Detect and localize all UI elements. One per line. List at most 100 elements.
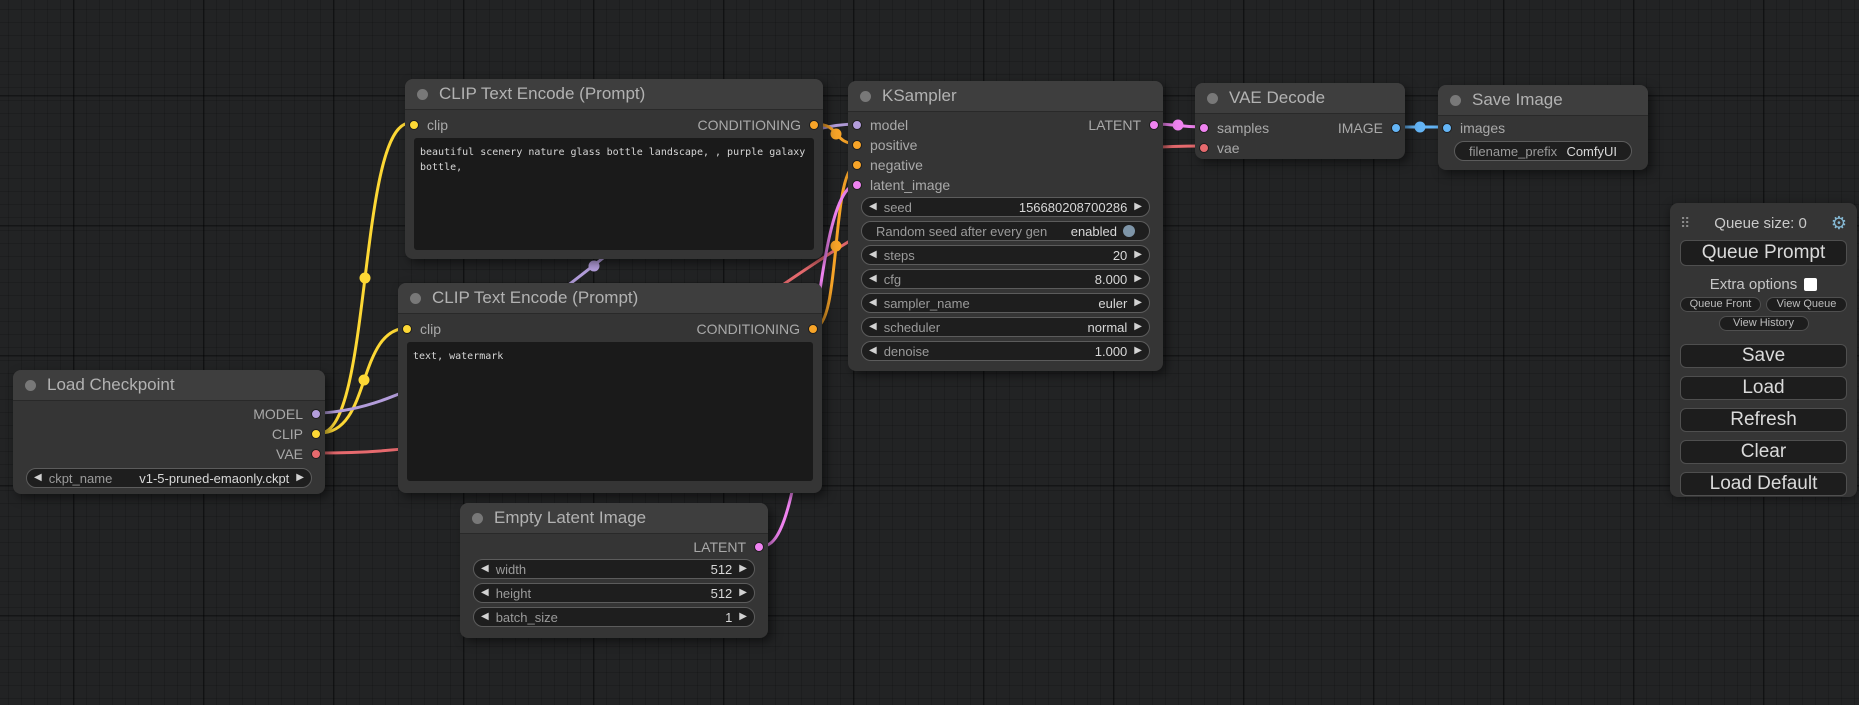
- slot-dot-negative-input[interactable]: [852, 160, 862, 170]
- output-label: MODEL: [253, 406, 303, 422]
- slot-dot-vae-output[interactable]: [311, 449, 321, 459]
- input-label: samples: [1217, 120, 1269, 136]
- widget-batch-size[interactable]: ◀ batch_size 1 ▶: [473, 607, 755, 627]
- increment-arrow-icon[interactable]: ▶: [1134, 298, 1142, 308]
- slot-dot-conditioning-output[interactable]: [809, 120, 819, 130]
- widget-scheduler[interactable]: ◀ scheduler normal ▶: [861, 317, 1150, 337]
- increment-arrow-icon[interactable]: ▶: [739, 564, 747, 574]
- collapse-dot[interactable]: [410, 293, 421, 304]
- widget-steps[interactable]: ◀ steps 20 ▶: [861, 245, 1150, 265]
- node-title-bar[interactable]: Load Checkpoint: [13, 370, 325, 401]
- slot-dot-clip-input[interactable]: [402, 324, 412, 334]
- slot-dot-image-output[interactable]: [1391, 123, 1401, 133]
- collapse-dot[interactable]: [25, 380, 36, 391]
- load-default-button[interactable]: Load Default: [1680, 472, 1847, 496]
- decrement-arrow-icon[interactable]: ◀: [869, 298, 877, 308]
- widget-denoise[interactable]: ◀ denoise 1.000 ▶: [861, 341, 1150, 361]
- widget-label: batch_size: [496, 610, 558, 625]
- slot-dot-clip-input[interactable]: [409, 120, 419, 130]
- collapse-dot[interactable]: [860, 91, 871, 102]
- toggle-icon[interactable]: [1123, 225, 1135, 237]
- clear-button[interactable]: Clear: [1680, 440, 1847, 464]
- node-load-checkpoint[interactable]: Load Checkpoint MODEL CLIP VAE ◀ ckpt_na…: [13, 370, 325, 494]
- widget-seed[interactable]: ◀ seed 156680208700286 ▶: [861, 197, 1150, 217]
- node-title-bar[interactable]: CLIP Text Encode (Prompt): [405, 79, 823, 110]
- slot-dot-latent-output[interactable]: [1149, 120, 1159, 130]
- slot-dot-model-input[interactable]: [852, 120, 862, 130]
- node-clip-text-encode-positive[interactable]: CLIP Text Encode (Prompt) clip CONDITION…: [405, 79, 823, 259]
- collapse-dot[interactable]: [472, 513, 483, 524]
- view-queue-button[interactable]: View Queue: [1766, 297, 1847, 312]
- slot-dot-positive-input[interactable]: [852, 140, 862, 150]
- node-save-image[interactable]: Save Image images filename_prefix ComfyU…: [1438, 85, 1648, 170]
- increment-arrow-icon[interactable]: ▶: [1134, 346, 1142, 356]
- decrement-arrow-icon[interactable]: ◀: [34, 473, 42, 483]
- node-title-bar[interactable]: Save Image: [1438, 85, 1648, 116]
- prompt-textarea[interactable]: text, watermark: [407, 342, 813, 481]
- load-button[interactable]: Load: [1680, 376, 1847, 400]
- decrement-arrow-icon[interactable]: ◀: [481, 564, 489, 574]
- decrement-arrow-icon[interactable]: ◀: [481, 588, 489, 598]
- widget-cfg[interactable]: ◀ cfg 8.000 ▶: [861, 269, 1150, 289]
- decrement-arrow-icon[interactable]: ◀: [869, 202, 877, 212]
- widget-sampler-name[interactable]: ◀ sampler_name euler ▶: [861, 293, 1150, 313]
- node-canvas[interactable]: Load Checkpoint MODEL CLIP VAE ◀ ckpt_na…: [0, 0, 1859, 705]
- slot-dot-model-output[interactable]: [311, 409, 321, 419]
- decrement-arrow-icon[interactable]: ◀: [869, 274, 877, 284]
- increment-arrow-icon[interactable]: ▶: [739, 612, 747, 622]
- slot-dot-conditioning-output[interactable]: [808, 324, 818, 334]
- node-vae-decode[interactable]: VAE Decode samples IMAGE vae: [1195, 83, 1405, 159]
- refresh-button[interactable]: Refresh: [1680, 408, 1847, 432]
- node-title-bar[interactable]: Empty Latent Image: [460, 503, 768, 534]
- collapse-dot[interactable]: [1207, 93, 1218, 104]
- slot-dot-latent-output[interactable]: [754, 542, 764, 552]
- link-midpoint-dot: [589, 261, 600, 272]
- prompt-textarea[interactable]: beautiful scenery nature glass bottle la…: [414, 138, 814, 250]
- slot-dot-latent-image-input[interactable]: [852, 180, 862, 190]
- input-label: vae: [1217, 140, 1240, 156]
- increment-arrow-icon[interactable]: ▶: [739, 588, 747, 598]
- widget-filename-prefix[interactable]: filename_prefix ComfyUI: [1454, 141, 1632, 161]
- increment-arrow-icon[interactable]: ▶: [296, 473, 304, 483]
- widget-random-seed[interactable]: Random seed after every gen enabled: [861, 221, 1150, 241]
- queue-prompt-button[interactable]: Queue Prompt: [1680, 240, 1847, 266]
- collapse-dot[interactable]: [417, 89, 428, 100]
- queue-panel: ⠿ Queue size: 0 ⚙ Queue Prompt Extra opt…: [1670, 203, 1857, 497]
- widget-label: steps: [884, 248, 915, 263]
- decrement-arrow-icon[interactable]: ◀: [869, 322, 877, 332]
- view-history-button[interactable]: View History: [1719, 316, 1809, 331]
- widget-ckpt-name[interactable]: ◀ ckpt_name v1-5-pruned-emaonly.ckpt ▶: [26, 468, 312, 488]
- widget-value: v1-5-pruned-emaonly.ckpt: [139, 471, 289, 486]
- widget-label: seed: [884, 200, 912, 215]
- widget-height[interactable]: ◀ height 512 ▶: [473, 583, 755, 603]
- node-title-bar[interactable]: KSampler: [848, 81, 1163, 112]
- save-button[interactable]: Save: [1680, 344, 1847, 368]
- decrement-arrow-icon[interactable]: ◀: [481, 612, 489, 622]
- slot-dot-images-input[interactable]: [1442, 123, 1452, 133]
- collapse-dot[interactable]: [1450, 95, 1461, 106]
- increment-arrow-icon[interactable]: ▶: [1134, 250, 1142, 260]
- increment-arrow-icon[interactable]: ▶: [1134, 202, 1142, 212]
- node-title-bar[interactable]: CLIP Text Encode (Prompt): [398, 283, 822, 314]
- node-empty-latent-image[interactable]: Empty Latent Image LATENT ◀ width 512 ▶ …: [460, 503, 768, 638]
- node-title: CLIP Text Encode (Prompt): [432, 288, 638, 308]
- increment-arrow-icon[interactable]: ▶: [1134, 274, 1142, 284]
- output-row-vae: VAE: [13, 444, 325, 464]
- node-title-bar[interactable]: VAE Decode: [1195, 83, 1405, 114]
- slot-dot-clip-output[interactable]: [311, 429, 321, 439]
- widget-label: ckpt_name: [49, 471, 113, 486]
- gear-icon[interactable]: ⚙: [1831, 214, 1847, 232]
- decrement-arrow-icon[interactable]: ◀: [869, 346, 877, 356]
- node-clip-text-encode-negative[interactable]: CLIP Text Encode (Prompt) clip CONDITION…: [398, 283, 822, 493]
- slot-dot-vae-input[interactable]: [1199, 143, 1209, 153]
- widget-value: 20: [1113, 248, 1127, 263]
- drag-handle-icon[interactable]: ⠿: [1680, 216, 1690, 230]
- extra-options-checkbox[interactable]: [1804, 278, 1817, 291]
- slot-dot-samples-input[interactable]: [1199, 123, 1209, 133]
- decrement-arrow-icon[interactable]: ◀: [869, 250, 877, 260]
- queue-front-button[interactable]: Queue Front: [1680, 297, 1761, 312]
- increment-arrow-icon[interactable]: ▶: [1134, 322, 1142, 332]
- widget-width[interactable]: ◀ width 512 ▶: [473, 559, 755, 579]
- widget-label: sampler_name: [884, 296, 970, 311]
- node-ksampler[interactable]: KSampler model LATENT positive negative …: [848, 81, 1163, 371]
